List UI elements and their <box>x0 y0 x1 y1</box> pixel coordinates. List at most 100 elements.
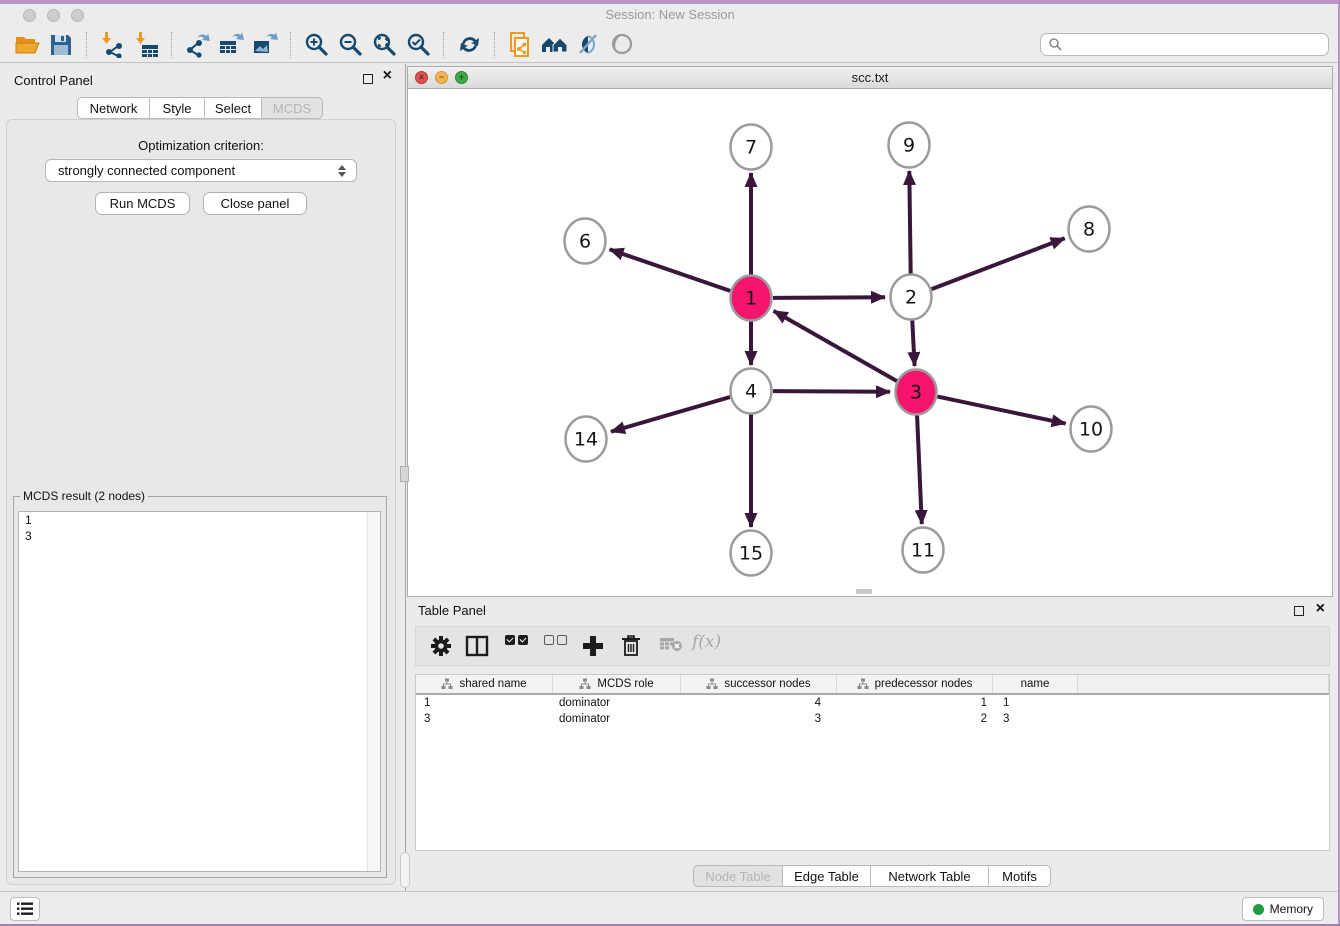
svg-text:9: 9 <box>903 135 915 157</box>
table-toolbar: f(x) <box>415 626 1330 666</box>
control-panel-title: Control Panel <box>14 73 93 88</box>
tab-mcds[interactable]: MCDS <box>262 97 323 119</box>
delete-table-icon <box>659 635 683 653</box>
graph-edge-3-11 <box>917 414 922 524</box>
svg-text:6: 6 <box>579 231 591 253</box>
column-header-successor-nodes[interactable]: successor nodes <box>681 675 837 693</box>
clone-network-icon[interactable] <box>503 30 537 60</box>
table-cell: 1 <box>416 695 553 711</box>
graph-node-3[interactable]: 3 <box>896 370 937 415</box>
memory-button[interactable]: Memory <box>1242 897 1324 921</box>
close-panel-icon[interactable]: × <box>1316 601 1325 617</box>
task-list-button[interactable] <box>10 897 40 921</box>
unselect-all-columns-icon[interactable] <box>544 635 567 645</box>
graph-node-4[interactable]: 4 <box>731 369 772 414</box>
svg-text:15: 15 <box>739 543 763 565</box>
tab-network-table[interactable]: Network Table <box>871 865 989 887</box>
tab-edge-table[interactable]: Edge Table <box>783 865 871 887</box>
columns-icon[interactable] <box>465 635 489 657</box>
float-panel-icon[interactable] <box>1294 606 1304 616</box>
tab-network[interactable]: Network <box>77 97 150 119</box>
close-panel-button[interactable]: Close panel <box>203 192 307 215</box>
column-header-name[interactable]: name <box>993 675 1078 693</box>
canvas-hscroll-thumb[interactable] <box>856 589 872 594</box>
refresh-icon[interactable] <box>452 30 486 60</box>
save-icon[interactable] <box>44 30 78 60</box>
mcds-result-list: 13 <box>18 511 381 872</box>
float-panel-icon[interactable] <box>363 74 373 84</box>
hide-style-icon[interactable] <box>571 30 605 60</box>
export-table-icon[interactable] <box>214 30 248 60</box>
home-icon[interactable] <box>537 30 571 60</box>
table-row[interactable]: 1dominator411 <box>416 695 1329 711</box>
export-network-icon[interactable] <box>180 30 214 60</box>
graph-node-7[interactable]: 7 <box>731 125 772 170</box>
column-header-shared-name[interactable]: shared name <box>416 675 553 693</box>
tab-node-table[interactable]: Node Table <box>693 865 783 887</box>
toolbar-separator <box>171 32 172 58</box>
mcds-result-title: MCDS result (2 nodes) <box>20 489 148 503</box>
run-mcds-button[interactable]: Run MCDS <box>95 192 190 215</box>
graph-node-14[interactable]: 14 <box>566 417 607 462</box>
graph-node-11[interactable]: 11 <box>903 528 944 573</box>
network-canvas[interactable]: 7 9 6 8 1 2 4 3 14 10 15 11 <box>408 89 1332 596</box>
criterion-select[interactable]: strongly connected component <box>45 159 357 182</box>
svg-text:7: 7 <box>745 137 757 159</box>
column-header-mcds-role[interactable]: MCDS role <box>553 675 681 693</box>
graph-node-9[interactable]: 9 <box>889 123 930 168</box>
status-bar: Memory <box>0 891 1340 924</box>
svg-text:14: 14 <box>574 429 598 451</box>
search-input[interactable] <box>1040 33 1329 56</box>
network-graph: 7 9 6 8 1 2 4 3 14 10 15 11 <box>408 89 1332 596</box>
mcds-result-box: MCDS result (2 nodes) 13 <box>13 496 387 878</box>
control-panel-tabs: NetworkStyleSelectMCDS <box>77 97 323 119</box>
eye-icon <box>605 30 639 60</box>
table-row[interactable]: 3dominator323 <box>416 711 1329 727</box>
zoom-in-icon[interactable] <box>299 30 333 60</box>
graph-edge-4-3 <box>773 391 890 392</box>
folder-open-icon[interactable] <box>10 30 44 60</box>
export-image-icon[interactable] <box>248 30 282 60</box>
divider-scroll-thumb[interactable] <box>400 852 410 888</box>
network-window-titlebar[interactable]: × − + scc.txt <box>408 67 1332 89</box>
table-panel-title: Table Panel <box>418 603 486 618</box>
tab-select[interactable]: Select <box>205 97 262 119</box>
graph-edge-2-3 <box>912 319 914 366</box>
tab-motifs[interactable]: Motifs <box>989 865 1051 887</box>
add-icon[interactable] <box>582 635 604 657</box>
column-header-filler <box>1078 675 1329 693</box>
graph-node-10[interactable]: 10 <box>1071 407 1112 452</box>
tab-style[interactable]: Style <box>150 97 205 119</box>
svg-text:11: 11 <box>911 540 935 562</box>
svg-text:8: 8 <box>1083 219 1095 241</box>
toolbar-separator <box>86 32 87 58</box>
trash-icon[interactable] <box>621 635 641 657</box>
toolbar-separator <box>290 32 291 58</box>
graph-edge-3-1 <box>774 311 897 381</box>
result-scrollbar[interactable] <box>367 512 380 871</box>
graph-node-8[interactable]: 8 <box>1069 207 1110 252</box>
node-table[interactable]: shared nameMCDS rolesuccessor nodesprede… <box>415 674 1330 851</box>
close-panel-icon[interactable]: × <box>383 68 392 84</box>
graph-node-6[interactable]: 6 <box>565 219 606 264</box>
zoom-out-icon[interactable] <box>333 30 367 60</box>
divider-grip[interactable] <box>400 466 409 482</box>
select-all-columns-icon[interactable] <box>505 635 528 645</box>
zoom-fit-icon[interactable] <box>367 30 401 60</box>
zoom-selected-icon[interactable] <box>401 30 435 60</box>
titlebar: Session: New Session <box>0 4 1340 27</box>
import-network-icon[interactable] <box>95 30 129 60</box>
svg-text:4: 4 <box>745 381 757 403</box>
column-header-predecessor-nodes[interactable]: predecessor nodes <box>837 675 993 693</box>
import-table-icon[interactable] <box>129 30 163 60</box>
svg-text:10: 10 <box>1079 419 1103 441</box>
gear-icon[interactable] <box>430 635 452 657</box>
svg-text:1: 1 <box>745 288 757 310</box>
table-cell: 3 <box>993 711 1078 727</box>
graph-node-2[interactable]: 2 <box>891 275 932 320</box>
table-tabs: Node TableEdge TableNetwork TableMotifs <box>693 865 1051 887</box>
graph-node-1[interactable]: 1 <box>731 276 772 321</box>
graph-node-15[interactable]: 15 <box>731 531 772 576</box>
window-title: Session: New Session <box>0 7 1340 22</box>
optimization-criterion-label: Optimization criterion: <box>7 138 395 153</box>
